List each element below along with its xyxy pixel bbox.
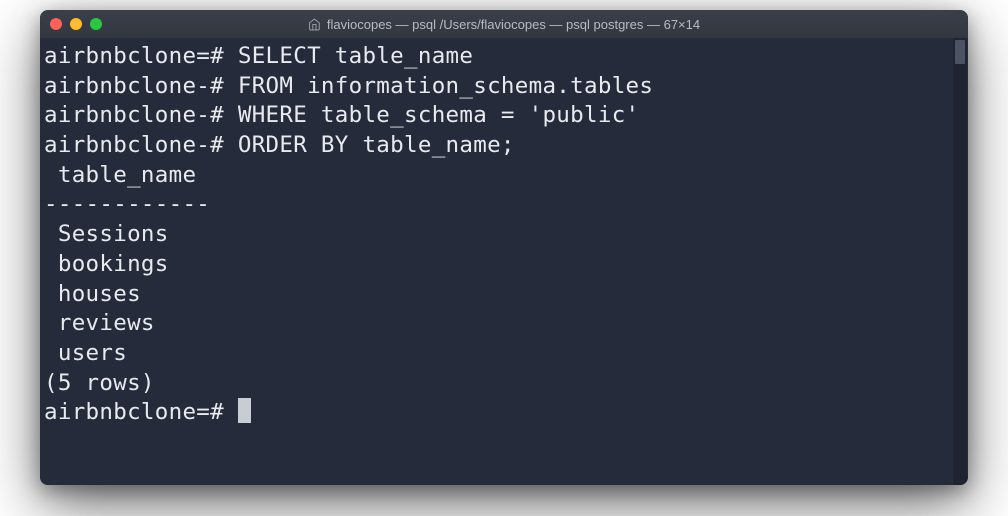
window-title: flaviocopes — psql /Users/flaviocopes — … [308,17,700,32]
home-icon [308,18,321,31]
maximize-button[interactable] [90,18,102,30]
terminal-line: users [44,339,968,369]
scrollbar-thumb[interactable] [955,40,965,64]
window-title-text: flaviocopes — psql /Users/flaviocopes — … [327,17,700,32]
terminal-line: airbnbclone=# SELECT table_name [44,42,968,72]
terminal-body[interactable]: airbnbclone=# SELECT table_name airbnbcl… [40,38,968,485]
terminal-window: flaviocopes — psql /Users/flaviocopes — … [40,10,968,485]
terminal-line: (5 rows) [44,369,968,399]
terminal-line: Sessions [44,220,968,250]
scrollbar-track[interactable] [953,38,967,485]
terminal-cursor [238,398,251,423]
terminal-line: table_name [44,161,968,191]
close-button[interactable] [50,18,62,30]
terminal-line: houses [44,280,968,310]
terminal-line: airbnbclone-# FROM information_schema.ta… [44,72,968,102]
minimize-button[interactable] [70,18,82,30]
terminal-line: airbnbclone-# ORDER BY table_name; [44,131,968,161]
terminal-line: bookings [44,250,968,280]
terminal-prompt-line: airbnbclone=# [44,398,968,428]
titlebar[interactable]: flaviocopes — psql /Users/flaviocopes — … [40,10,968,38]
terminal-prompt: airbnbclone=# [44,399,238,425]
terminal-line: ------------ [44,190,968,220]
terminal-line: airbnbclone-# WHERE table_schema = 'publ… [44,101,968,131]
terminal-line: reviews [44,309,968,339]
window-controls [50,18,102,30]
